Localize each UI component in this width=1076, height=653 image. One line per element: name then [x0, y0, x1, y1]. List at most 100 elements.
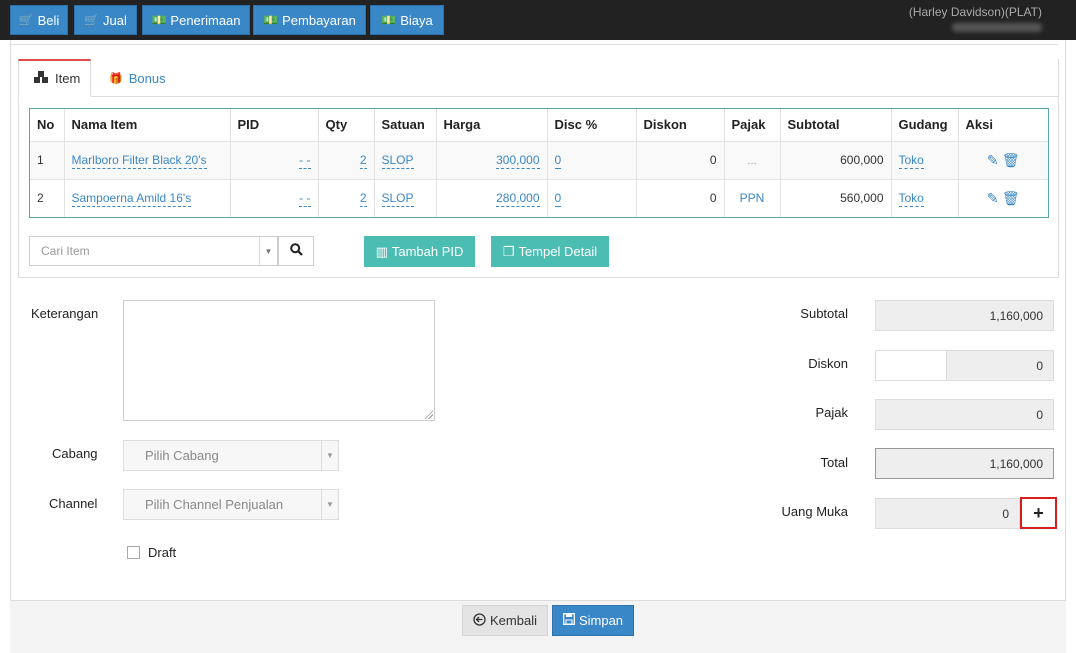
gudang-link[interactable]: Toko — [898, 191, 924, 208]
trash-icon[interactable]: 🗑 — [1002, 190, 1020, 206]
subtotal-field: 1,160,000 — [875, 300, 1054, 331]
diskon-input[interactable] — [875, 350, 947, 381]
simpan-button[interactable]: Simpan — [552, 605, 634, 636]
col-header: Pajak — [723, 109, 780, 142]
user-email-blurred — [952, 23, 1042, 32]
beli-label: Beli — [37, 12, 60, 28]
divider — [10, 44, 1058, 45]
col-header: Nama Item — [63, 109, 230, 142]
biaya-button[interactable]: 💵 Biaya — [370, 5, 444, 35]
save-icon — [563, 613, 575, 628]
diskon-label: Diskon — [808, 356, 848, 371]
cart-icon: 🛒 — [18, 13, 34, 27]
items-table: No Nama Item PID Qty Satuan Harga Disc %… — [29, 108, 1049, 218]
gudang-link[interactable]: Toko — [898, 153, 924, 169]
col-header: Qty — [317, 109, 374, 142]
pembayaran-button[interactable]: 💵 Pembayaran — [253, 5, 366, 35]
col-header: Satuan — [373, 109, 436, 142]
jual-label: Jual — [103, 12, 127, 28]
channel-select[interactable]: Pilih Channel Penjualan ▼ — [123, 489, 339, 520]
uang-muka-label: Uang Muka — [781, 504, 848, 519]
money-icon: 💵 — [263, 13, 279, 27]
search-button[interactable] — [278, 236, 314, 266]
channel-placeholder: Pilih Channel Penjualan — [145, 497, 284, 512]
pid-link[interactable]: - - — [299, 153, 311, 169]
tempel-detail-button[interactable]: ❐ Tempel Detail — [491, 236, 609, 267]
money-icon: 💵 — [151, 13, 167, 27]
subtotal-cell: 560,000 — [779, 178, 891, 217]
keterangan-textarea[interactable] — [123, 300, 435, 421]
col-header: Aksi — [957, 109, 1048, 142]
tab-item[interactable]: Item — [18, 59, 91, 97]
kembali-button[interactable]: Kembali — [462, 605, 548, 636]
simpan-label: Simpan — [578, 613, 624, 628]
table-row: 1 Marlboro Filter Black 20's - - 2 SLOP … — [30, 140, 1048, 179]
col-header: Subtotal — [779, 109, 891, 142]
tab-bonus-label: Bonus — [128, 70, 166, 86]
chevron-down-icon[interactable]: ▼ — [321, 441, 338, 470]
resize-grip-icon[interactable] — [424, 410, 433, 419]
edit-icon[interactable]: ✎ — [987, 152, 999, 168]
trash-icon[interactable]: 🗑 — [1002, 152, 1020, 168]
tempel-detail-label: Tempel Detail — [518, 244, 598, 259]
user-name: (Harley Davidson)(PLAT) — [908, 5, 1042, 19]
user-info[interactable]: (Harley Davidson)(PLAT) — [909, 5, 1042, 32]
tab-item-label: Item — [55, 71, 81, 86]
table-row: 2 Sampoerna Amild 16's - - 2 SLOP 280,00… — [30, 178, 1048, 217]
table-header-row: No Nama Item PID Qty Satuan Harga Disc %… — [30, 109, 1048, 142]
beli-button[interactable]: 🛒 Beli — [10, 5, 68, 35]
item-name-link[interactable]: Marlboro Filter Black 20's — [71, 153, 207, 169]
disc-pct-link[interactable]: 0 — [554, 153, 562, 169]
channel-label: Channel — [49, 496, 98, 511]
pajak-link[interactable]: ... — [747, 155, 756, 167]
diskon-cell: 0 — [635, 140, 724, 179]
kembali-label: Kembali — [490, 613, 537, 628]
tab-bonus[interactable]: 🎁 Bonus — [95, 59, 180, 97]
unit-link[interactable]: SLOP — [381, 153, 414, 169]
penerimaan-button[interactable]: 💵 Penerimaan — [142, 5, 250, 35]
jual-button[interactable]: 🛒 Jual — [74, 5, 137, 35]
chevron-down-icon[interactable]: ▼ — [321, 490, 338, 519]
back-arrow-icon — [473, 612, 486, 629]
search-item-select[interactable]: Cari Item ▼ — [29, 236, 278, 266]
pajak-label: Pajak — [815, 405, 848, 420]
subtotal-label: Subtotal — [800, 306, 848, 321]
pembayaran-label: Pembayaran — [282, 12, 356, 28]
edit-icon[interactable]: ✎ — [987, 190, 999, 206]
money-icon: 💵 — [381, 13, 397, 27]
pajak-link[interactable]: PPN — [740, 191, 765, 205]
plus-icon: + — [1033, 502, 1044, 523]
col-header: No — [30, 109, 64, 142]
biaya-label: Biaya — [400, 12, 433, 28]
subtotal-cell: 600,000 — [779, 140, 891, 179]
keterangan-label: Keterangan — [31, 306, 99, 321]
qty-link[interactable]: 2 — [359, 191, 367, 208]
col-header: Disc % — [546, 109, 636, 142]
pid-link[interactable]: - - — [299, 191, 311, 208]
item-name-link[interactable]: Sampoerna Amild 16's — [71, 191, 192, 208]
unit-link[interactable]: SLOP — [381, 191, 414, 208]
tab-bar: Item 🎁 Bonus — [18, 59, 1059, 97]
penerimaan-label: Penerimaan — [170, 12, 241, 28]
col-header: Harga — [435, 109, 547, 142]
gift-icon: 🎁 — [109, 72, 123, 85]
qty-link[interactable]: 2 — [359, 153, 367, 169]
col-header: PID — [229, 109, 318, 142]
price-link[interactable]: 300,000 — [496, 153, 540, 169]
cabang-label: Cabang — [52, 446, 98, 461]
search-placeholder: Cari Item — [41, 244, 90, 258]
paste-icon: ❐ — [502, 243, 515, 259]
cabang-select[interactable]: Pilih Cabang ▼ — [123, 440, 339, 471]
draft-checkbox[interactable] — [127, 546, 140, 559]
search-icon — [289, 243, 303, 259]
add-uang-muka-button[interactable]: + — [1020, 497, 1057, 529]
disc-pct-link[interactable]: 0 — [554, 191, 562, 208]
cubes-icon — [33, 70, 49, 87]
tambah-pid-button[interactable]: ▥ Tambah PID — [364, 236, 475, 267]
tambah-pid-label: Tambah PID — [391, 244, 464, 259]
col-header: Diskon — [635, 109, 724, 142]
total-field: 1,160,000 — [875, 448, 1054, 479]
price-link[interactable]: 280,000 — [496, 191, 540, 208]
chevron-down-icon[interactable]: ▼ — [259, 237, 277, 265]
col-header: Gudang — [890, 109, 958, 142]
